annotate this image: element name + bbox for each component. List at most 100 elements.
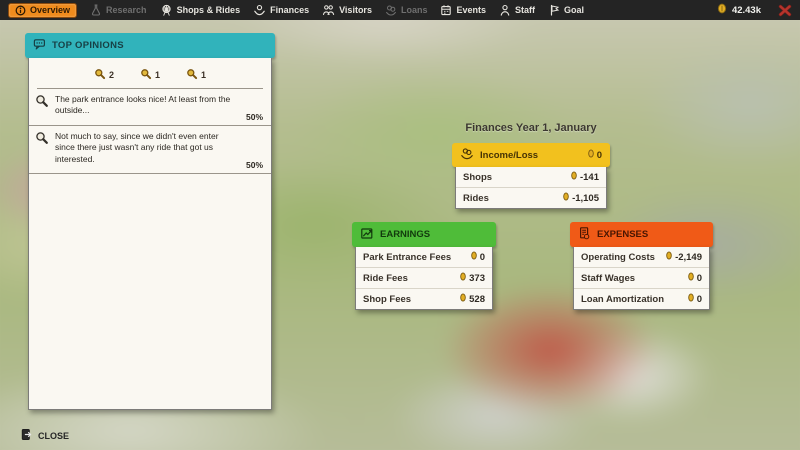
finance-row: Ride Fees 373: [356, 267, 492, 288]
panel-title: TOP OPINIONS: [52, 40, 124, 51]
opinion-percentage: 50%: [246, 112, 263, 122]
coin-icon: [563, 192, 569, 204]
toolbar-item-finances[interactable]: Finances: [253, 4, 309, 16]
toolbar-item-label: Shops & Rides: [177, 5, 241, 15]
row-label: Shop Fees: [363, 294, 411, 305]
row-label: Loan Amortization: [581, 294, 664, 305]
coin-icon: [571, 171, 577, 183]
total-amount: 0: [597, 150, 602, 161]
magnifier-icon: [186, 68, 198, 82]
money-amount: 42.43k: [732, 5, 761, 16]
row-label: Staff Wages: [581, 273, 635, 284]
flask-icon: [90, 4, 102, 16]
toolbar-item-goal[interactable]: Goal: [548, 4, 584, 16]
hand-coin-icon: [253, 4, 266, 16]
earnings-panel: EARNINGS Park Entrance Fees 0 Ride Fees …: [352, 222, 496, 310]
toolbar-item-shops-rides[interactable]: Shops & Rides: [160, 4, 241, 17]
finance-row: Staff Wages 0: [574, 267, 709, 288]
coin-icon: [588, 149, 594, 161]
panel-title: EARNINGS: [380, 229, 430, 240]
row-value: 373: [460, 272, 485, 284]
row-label: Rides: [463, 193, 489, 204]
row-value: -141: [571, 171, 599, 183]
opinion-row: Not much to say, since we didn't even en…: [29, 126, 271, 174]
finance-row: Rides -1,105: [456, 187, 606, 208]
top-opinions-body: 2 1 1: [28, 58, 272, 410]
flag-icon: [548, 4, 560, 16]
panel-title: Income/Loss: [480, 150, 538, 161]
panel-title: EXPENSES: [597, 229, 648, 240]
row-label: Operating Costs: [581, 252, 655, 263]
finance-row: Operating Costs -2,149: [574, 247, 709, 267]
finance-row: Shops -141: [456, 167, 606, 187]
row-label: Park Entrance Fees: [363, 252, 451, 263]
opinion-row: The park entrance looks nice! At least f…: [29, 89, 271, 126]
info-icon: [15, 5, 26, 16]
opinion-percentage: 50%: [246, 160, 263, 170]
coin-icon: [471, 251, 477, 263]
income-loss-body: Shops -141 Rides -1,105: [455, 167, 607, 209]
toolbar-item-label: Overview: [30, 5, 70, 15]
game-screen: Overview Research Shops & Rides Finances: [0, 0, 800, 450]
coin-icon: [666, 251, 672, 263]
toolbar-item-label: Events: [456, 5, 486, 15]
amount: 373: [469, 273, 485, 284]
toolbar-item-label: Visitors: [339, 5, 372, 15]
magnifier-icon: [35, 131, 49, 165]
toolbar-item-staff[interactable]: Staff: [499, 4, 535, 16]
finance-row: Shop Fees 528: [356, 288, 492, 309]
toolbar-item-visitors[interactable]: Visitors: [322, 4, 372, 16]
income-loss-header: Income/Loss 0: [452, 143, 610, 167]
toolbar-item-label: Research: [106, 5, 147, 15]
income-loss-panel: Income/Loss 0 Shops -141 Rides -1: [452, 143, 610, 209]
opinion-summary-row: 2 1 1: [29, 58, 271, 84]
toolbar-item-loans[interactable]: Loans: [385, 4, 428, 16]
finance-row: Park Entrance Fees 0: [356, 247, 492, 267]
money-display: 42.43k: [717, 3, 761, 17]
row-value: 0: [688, 272, 702, 284]
expenses-header: EXPENSES: [570, 222, 713, 247]
top-toolbar: Overview Research Shops & Rides Finances: [0, 0, 800, 20]
opinion-summary-item: 1: [140, 68, 160, 82]
opinion-text: Not much to say, since we didn't even en…: [55, 131, 263, 165]
expenses-body: Operating Costs -2,149 Staff Wages 0 Loa…: [573, 247, 710, 310]
door-exit-icon: [20, 428, 33, 443]
row-value: 0: [471, 251, 485, 263]
earnings-body: Park Entrance Fees 0 Ride Fees 373 Shop …: [355, 247, 493, 310]
chart-up-icon: [360, 226, 374, 243]
expenses-panel: EXPENSES Operating Costs -2,149 Staff Wa…: [570, 222, 713, 310]
row-label: Shops: [463, 172, 492, 183]
toolbar-item-label: Staff: [515, 5, 535, 15]
coin-icon: [717, 3, 727, 17]
row-value: 0: [688, 293, 702, 305]
row-label: Ride Fees: [363, 273, 408, 284]
toolbar-item-overview[interactable]: Overview: [8, 3, 77, 18]
toolbar-item-research[interactable]: Research: [90, 4, 147, 16]
amount: 0: [697, 294, 702, 305]
loan-icon: [385, 4, 397, 16]
speech-bubble-icon: [33, 38, 46, 54]
amount: 0: [697, 273, 702, 284]
coin-icon: [460, 293, 466, 305]
toolbar-item-label: Finances: [270, 5, 309, 15]
visitors-icon: [322, 4, 335, 16]
toolbar-item-label: Goal: [564, 5, 584, 15]
calendar-icon: [440, 4, 452, 16]
coin-icon: [688, 272, 694, 284]
opinion-summary-item: 2: [94, 68, 114, 82]
top-opinions-header: TOP OPINIONS: [25, 33, 275, 58]
close-x-icon[interactable]: [778, 4, 792, 17]
close-button[interactable]: CLOSE: [20, 428, 69, 443]
toolbar-item-events[interactable]: Events: [440, 4, 486, 16]
finance-row: Loan Amortization 0: [574, 288, 709, 309]
magnifier-icon: [140, 68, 152, 82]
earnings-header: EARNINGS: [352, 222, 496, 247]
hand-coins-icon: [460, 147, 474, 163]
staff-icon: [499, 4, 511, 16]
magnifier-icon: [94, 68, 106, 82]
opinion-summary-count: 2: [109, 70, 114, 80]
row-value: -1,105: [563, 192, 599, 204]
amount: -141: [580, 172, 599, 183]
coin-icon: [688, 293, 694, 305]
opinion-summary-item: 1: [186, 68, 206, 82]
